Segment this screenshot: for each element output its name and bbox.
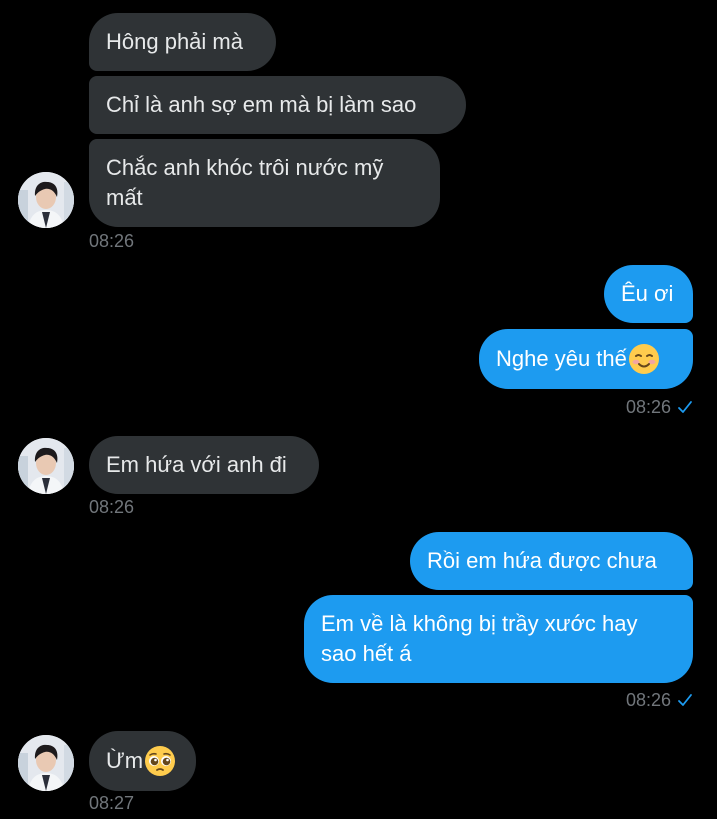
incoming-message[interactable]: Chắc anh khóc trôi nước mỹ mất: [89, 139, 440, 227]
incoming-message[interactable]: Chỉ là anh sợ em mà bị làm sao: [89, 76, 466, 134]
smiling-face-icon: [628, 344, 659, 374]
avatar-image: [18, 172, 74, 228]
message-text: Nghe yêu thế: [496, 346, 627, 371]
outgoing-message[interactable]: Em về là không bị trầy xước hay sao hết …: [304, 595, 693, 683]
timestamp: 08:27: [89, 793, 135, 813]
avatar-image: [18, 438, 74, 494]
timestamp: 08:26: [625, 690, 671, 710]
message-text: Êu ơi: [621, 281, 674, 306]
outgoing-message[interactable]: Êu ơi: [604, 265, 693, 323]
avatar[interactable]: [18, 172, 74, 228]
avatar[interactable]: [18, 735, 74, 791]
message-text-line-1: Chắc anh khóc trôi nước mỹ: [106, 155, 384, 180]
message-text: Rồi em hứa được chưa: [427, 548, 657, 573]
timestamp: 08:26: [625, 397, 671, 417]
message-text: Ừm: [106, 748, 144, 773]
message-text: Em hứa với anh đi: [106, 452, 287, 477]
checkmark-icon: [678, 401, 692, 413]
timestamp: 08:26: [89, 497, 135, 517]
timestamp-with-receipt: 08:26: [626, 690, 693, 710]
avatar-image: [18, 735, 74, 791]
message-text: Chỉ là anh sợ em mà bị làm sao: [106, 92, 417, 117]
message-text-line-1: Em về là không bị trầy xước hay: [321, 611, 638, 636]
outgoing-message[interactable]: Rồi em hứa được chưa: [410, 532, 693, 590]
message-text-line-2: mất: [106, 185, 143, 210]
message-text-line-2: sao hết á: [321, 641, 412, 666]
pleading-face-icon: [145, 746, 176, 776]
incoming-message[interactable]: Ừm: [89, 731, 196, 791]
timestamp: 08:26: [89, 231, 135, 251]
incoming-message[interactable]: Em hứa với anh đi: [89, 436, 319, 494]
checkmark-icon: [678, 694, 692, 706]
timestamp-with-receipt: 08:26: [626, 397, 693, 417]
incoming-message[interactable]: Hông phải mà: [89, 13, 276, 71]
outgoing-message[interactable]: Nghe yêu thế: [479, 329, 693, 389]
message-text: Hông phải mà: [106, 29, 243, 54]
avatar[interactable]: [18, 438, 74, 494]
